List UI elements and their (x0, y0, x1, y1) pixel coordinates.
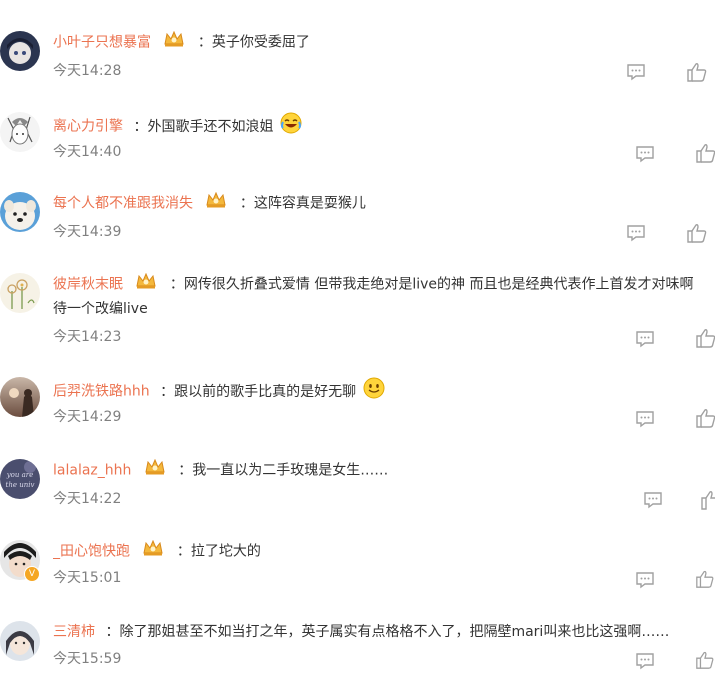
comment-line: _田心饱快跑 ：拉了坨大的 (53, 540, 715, 562)
comment-text-continued: 待一个改编live (53, 301, 148, 317)
comment-time: 今天15:59 (53, 651, 122, 667)
username-link[interactable]: 每个人都不准跟我消失 (53, 196, 193, 212)
thumbs-up-icon[interactable] (695, 328, 715, 348)
thumbs-up-icon[interactable] (695, 143, 715, 163)
avatar-text: you are (6, 471, 34, 479)
thumbs-up-icon[interactable] (695, 569, 715, 589)
username-link[interactable]: 彼岸秋末眠 (53, 277, 123, 293)
comment-time: 今天14:40 (53, 144, 122, 160)
comment-time: 今天14:29 (53, 409, 122, 425)
thumbs-up-icon[interactable] (695, 650, 715, 670)
avatar[interactable] (0, 621, 40, 661)
username-link[interactable]: _田心饱快跑 (53, 544, 130, 560)
comment-text: ：除了那姐甚至不如当打之年，英子属实有点格格不入了，把隔壁mari叫来也比这强啊… (105, 624, 670, 640)
username-link[interactable]: 三清柿 (53, 624, 95, 640)
vip-crown-icon (163, 31, 185, 53)
vip-crown-icon (135, 273, 157, 295)
comment-line: 离心力引擎 ：外国歌手还不如浪姐 (53, 112, 715, 134)
avatar[interactable]: you are the univ (0, 459, 40, 499)
vip-crown-icon (142, 540, 164, 562)
comment-time: 今天14:23 (53, 329, 122, 345)
username-link[interactable]: 后羿洗铁路hhh (53, 384, 150, 400)
avatar[interactable] (0, 31, 40, 71)
comment-bubble-icon[interactable] (635, 410, 655, 428)
comment-line: 每个人都不准跟我消失 ：这阵容真是耍猴儿 (53, 192, 715, 214)
comment-text: ：拉了坨大的 (176, 543, 261, 560)
comment-line: 三清柿 ：除了那姐甚至不如当打之年，英子属实有点格格不入了，把隔壁mari叫来也… (53, 621, 715, 643)
thumbs-up-icon[interactable] (686, 62, 708, 82)
smile-emoji (363, 377, 385, 399)
comment-line: 小叶子只想暴富 ：英子你受委屈了 (53, 31, 715, 53)
avatar[interactable] (0, 112, 40, 152)
comment-time: 今天15:01 (53, 570, 122, 586)
comment-line: 后羿洗铁路hhh ：跟以前的歌手比真的是好无聊 (53, 377, 715, 399)
laughing-tears-emoji (280, 112, 302, 134)
avatar[interactable] (0, 377, 40, 417)
comment-bubble-icon[interactable] (635, 330, 655, 348)
comment-text: ：外国歌手还不如浪姐 (133, 118, 274, 135)
verified-badge: V (24, 566, 40, 582)
avatar-text: the univ (6, 481, 35, 489)
comment-time: 今天14:28 (53, 63, 122, 79)
comment-time: 今天14:22 (53, 491, 122, 507)
comment-bubble-icon[interactable] (643, 491, 663, 509)
comment-text: ：跟以前的歌手比真的是好无聊 (160, 383, 357, 400)
comment-line: 彼岸秋末眠 ：网传很久折叠式爱情 但带我走绝对是live的神 而且也是经典代表作… (53, 273, 715, 295)
comment-bubble-icon[interactable] (635, 571, 655, 589)
vip-crown-icon (205, 192, 227, 214)
comment-text: ：英子你受委屈了 (197, 34, 310, 51)
thumbs-up-icon[interactable] (700, 490, 715, 510)
comment-bubble-icon[interactable] (635, 145, 655, 163)
comment-text: ：我一直以为二手玫瑰是女生…… (178, 462, 389, 479)
comment-line: lalalaz_hhh ：我一直以为二手玫瑰是女生…… (53, 459, 715, 481)
avatar[interactable] (0, 273, 40, 313)
comment-bubble-icon[interactable] (626, 63, 646, 81)
comment-bubble-icon[interactable] (635, 652, 655, 670)
username-link[interactable]: 离心力引擎 (53, 119, 123, 135)
avatar[interactable] (0, 192, 40, 232)
thumbs-up-icon[interactable] (686, 223, 708, 243)
comment-bubble-icon[interactable] (626, 224, 646, 242)
comment-text: ：网传很久折叠式爱情 但带我走绝对是live的神 而且也是经典代表作上首发才对味… (169, 276, 694, 293)
comment-text: ：这阵容真是耍猴儿 (239, 195, 366, 212)
thumbs-up-icon[interactable] (695, 408, 715, 428)
comment-time: 今天14:39 (53, 224, 122, 240)
vip-crown-icon (144, 459, 166, 481)
username-link[interactable]: lalalaz_hhh (53, 463, 131, 479)
username-link[interactable]: 小叶子只想暴富 (53, 35, 151, 51)
